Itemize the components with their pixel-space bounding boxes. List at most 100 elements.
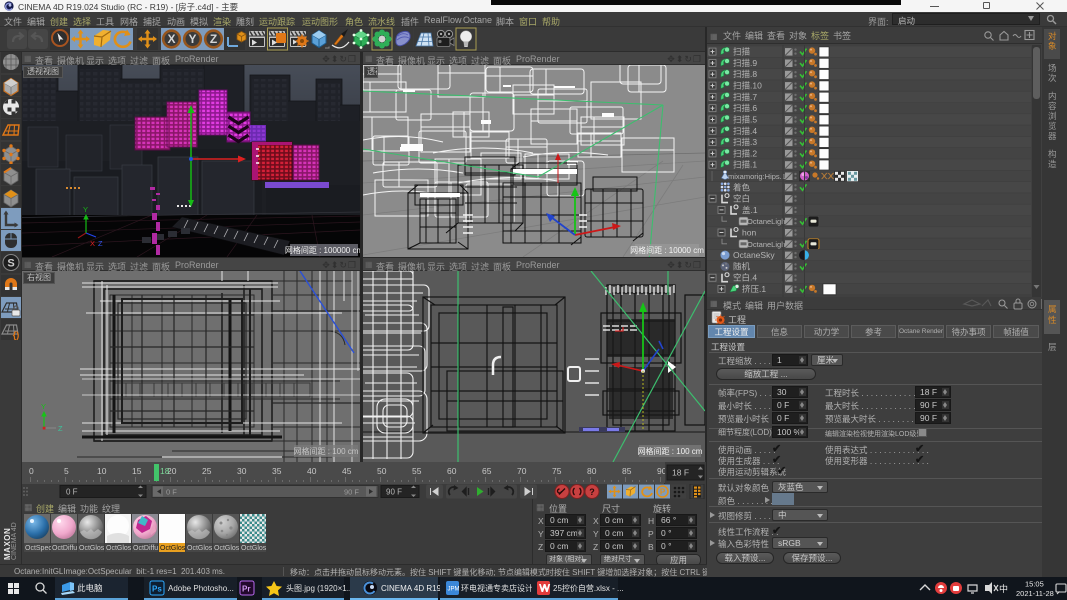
svg-text:扫描.2: 扫描.2 [733, 148, 757, 158]
svg-text:40: 40 [307, 466, 317, 476]
svg-text:OctaneLight: OctaneLight [747, 240, 788, 249]
svg-text:构: 构 [1048, 149, 1057, 159]
svg-text:OctGlos: OctGlos [187, 545, 213, 552]
svg-text:扫描.7: 扫描.7 [733, 92, 757, 102]
svg-text:᙭᙭: ᙭᙭ [821, 172, 835, 181]
svg-text:着色: 着色 [733, 182, 751, 192]
svg-text:标签: 标签 [811, 30, 829, 41]
svg-text:CINEMA 4D R19....: CINEMA 4D R19.... [381, 584, 450, 593]
svg-text:Y: Y [83, 205, 88, 214]
svg-text:▦: ▦ [710, 32, 718, 41]
svg-text:OctaneLight: OctaneLight [747, 217, 788, 226]
svg-text:OctGlos: OctGlos [241, 545, 267, 552]
svg-text:此电脑: 此电脑 [77, 583, 103, 593]
svg-text:?: ? [589, 487, 595, 497]
svg-text:网格间距 : 100000 cm: 网格间距 : 100000 cm [285, 245, 360, 255]
svg-text:Adobe Photosho...: Adobe Photosho... [168, 584, 234, 593]
svg-text:70: 70 [517, 466, 527, 476]
svg-text:hon: hon [742, 228, 756, 238]
svg-text:mixamorig:Hips.1: mixamorig:Hips.1 [728, 172, 786, 181]
svg-text:OctDiffu: OctDiffu [133, 545, 158, 552]
svg-text:容: 容 [1048, 101, 1057, 111]
svg-text:JPM: JPM [448, 587, 460, 593]
svg-text:75: 75 [552, 466, 562, 476]
svg-text:内: 内 [1048, 91, 1057, 101]
svg-text:35: 35 [272, 466, 282, 476]
svg-text:2021-11-28: 2021-11-28 [1016, 589, 1054, 598]
svg-text:象: 象 [1048, 41, 1057, 51]
svg-text:P: P [660, 488, 666, 497]
svg-text:Z: Z [98, 239, 103, 248]
svg-text:盖.1: 盖.1 [742, 205, 758, 215]
svg-text:Y: Y [41, 402, 46, 411]
svg-text:次: 次 [1048, 73, 1057, 83]
svg-text:器: 器 [1048, 131, 1057, 141]
svg-text:60: 60 [447, 466, 457, 476]
svg-text:25: 25 [202, 466, 212, 476]
svg-text:15:05: 15:05 [1025, 580, 1044, 589]
svg-text:空白: 空白 [733, 194, 750, 204]
svg-text:扫描.3: 扫描.3 [733, 137, 757, 147]
svg-text:扫描.9: 扫描.9 [733, 58, 757, 68]
svg-text:18: 18 [160, 466, 170, 476]
svg-text:环电视通专卖店设计: 环电视通专卖店设计 [461, 583, 533, 593]
svg-text:书签: 书签 [833, 30, 851, 41]
svg-text:文件: 文件 [723, 30, 741, 41]
svg-text:Z: Z [210, 32, 217, 46]
svg-text:0 F: 0 F [66, 488, 78, 497]
svg-text:查看: 查看 [767, 30, 785, 41]
svg-text:对象: 对象 [789, 30, 807, 41]
svg-text:Pr: Pr [242, 585, 250, 594]
svg-text:Z: Z [58, 424, 63, 433]
svg-text:55: 55 [412, 466, 422, 476]
svg-text:Ps: Ps [152, 585, 162, 594]
svg-text:随机: 随机 [733, 261, 751, 271]
svg-text:网格间距 : 10000 cm: 网格间距 : 10000 cm [630, 245, 704, 255]
svg-text:85: 85 [622, 466, 632, 476]
svg-text:OctDiffu: OctDiffu [52, 545, 77, 552]
svg-text:对: 对 [1048, 31, 1057, 41]
svg-text:扫描.6: 扫描.6 [733, 103, 757, 113]
svg-text:80: 80 [587, 466, 597, 476]
svg-text:S: S [7, 258, 14, 270]
svg-text:OctaneSky: OctaneSky [733, 250, 775, 260]
svg-text:扫描.4: 扫描.4 [733, 126, 757, 136]
svg-text:浏: 浏 [1048, 111, 1057, 121]
svg-text:场: 场 [1048, 63, 1057, 73]
svg-text:90 F: 90 F [344, 488, 359, 497]
svg-text:10: 10 [97, 466, 107, 476]
svg-text:空白.4: 空白.4 [733, 273, 757, 283]
svg-text:挤压.1: 挤压.1 [742, 284, 766, 294]
svg-text:50: 50 [377, 466, 387, 476]
svg-text:OctGlos: OctGlos [160, 545, 186, 552]
svg-text:造: 造 [1048, 159, 1057, 169]
svg-text:15: 15 [132, 466, 142, 476]
svg-text:X: X [90, 239, 95, 248]
svg-text:30: 30 [237, 466, 247, 476]
svg-text:扫描.8: 扫描.8 [733, 69, 757, 79]
svg-text:90 F: 90 F [386, 488, 402, 497]
svg-text:扫描.1: 扫描.1 [733, 160, 757, 170]
svg-text:网格间距 : 100 cm: 网格间距 : 100 cm [638, 446, 703, 456]
svg-text:45: 45 [342, 466, 352, 476]
svg-text:{): {) [13, 330, 20, 340]
svg-text:扫描.10: 扫描.10 [733, 81, 762, 91]
svg-text:扫描.5: 扫描.5 [733, 115, 757, 125]
svg-text:编辑: 编辑 [745, 30, 763, 41]
svg-text:65: 65 [482, 466, 492, 476]
svg-text:0 F: 0 F [166, 488, 177, 497]
svg-text:览: 览 [1048, 121, 1057, 131]
svg-text:OctGlos: OctGlos [79, 545, 105, 552]
svg-text:OctGlos: OctGlos [214, 545, 240, 552]
svg-text:X: X [167, 32, 175, 46]
svg-text:中: 中 [999, 583, 1008, 594]
svg-text:0: 0 [29, 466, 34, 476]
svg-text:OctGlos: OctGlos [106, 545, 132, 552]
svg-text:Y: Y [188, 32, 196, 46]
svg-text:OctSpec: OctSpec [25, 545, 52, 552]
svg-text:18 F: 18 F [672, 468, 689, 478]
svg-text:扫描: 扫描 [733, 47, 751, 57]
svg-text:25控价自营.xlsx - ...: 25控价自营.xlsx - ... [553, 583, 624, 593]
svg-text:5: 5 [64, 466, 69, 476]
svg-text:网格间距 : 100 cm: 网格间距 : 100 cm [294, 446, 359, 456]
